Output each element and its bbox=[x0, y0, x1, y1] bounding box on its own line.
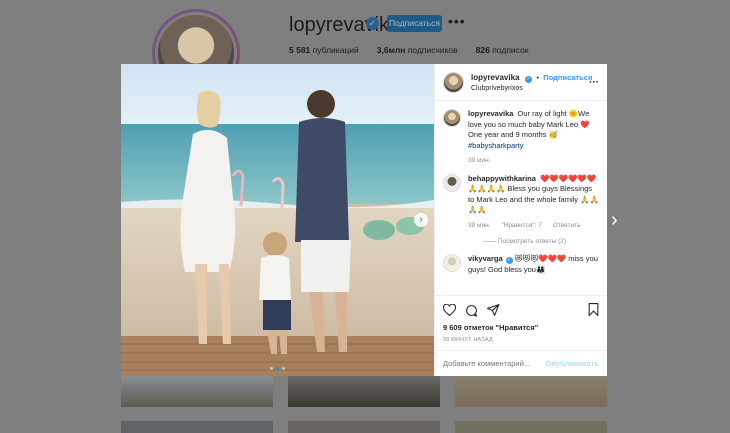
add-comment-bar: Опубликовать bbox=[435, 350, 607, 376]
follow-button[interactable]: Подписаться bbox=[543, 73, 592, 82]
view-replies-button[interactable]: —— Посмотреть ответы (2) bbox=[483, 238, 599, 245]
grid-post-thumbnail[interactable] bbox=[288, 376, 440, 407]
comment-input[interactable] bbox=[443, 359, 543, 368]
post-modal: › lopyrevavika ✓ • Подписаться Clubprive… bbox=[121, 64, 607, 376]
post-header: lopyrevavika ✓ • Подписаться Clubpriveby… bbox=[435, 64, 607, 101]
comment-item: vikyvarga ✓ 😻😻😻❤️❤️❤️ miss you guys! God … bbox=[443, 254, 599, 275]
beach-family-photo bbox=[121, 64, 434, 376]
comment-time[interactable]: 38 мин. bbox=[468, 222, 491, 229]
verified-badge-icon: ✓ bbox=[366, 17, 379, 30]
stat-following[interactable]: 826 подписок bbox=[476, 45, 529, 55]
grid-post-thumbnail[interactable] bbox=[121, 421, 273, 433]
next-post-arrow-icon[interactable]: › bbox=[611, 210, 625, 230]
profile-follow-button[interactable]: Подписаться bbox=[387, 15, 442, 32]
caption-avatar[interactable] bbox=[443, 109, 461, 127]
comment-username[interactable]: behappywithkarina bbox=[468, 174, 536, 183]
caption: lopyrevavika Our ray of light 🌞We love y… bbox=[443, 109, 599, 167]
verified-badge-icon: ✓ bbox=[524, 75, 532, 83]
stat-posts[interactable]: 5 581 публикаций bbox=[289, 45, 359, 55]
reply-button[interactable]: Ответить bbox=[553, 222, 581, 229]
caption-time[interactable]: 39 мин. bbox=[468, 157, 491, 164]
caption-hashtag[interactable]: #babysharkparty bbox=[468, 141, 523, 150]
likes-count[interactable]: 9 609 отметок "Нравится" bbox=[443, 323, 599, 332]
verified-badge-icon: ✓ bbox=[505, 257, 513, 264]
separator: • bbox=[536, 74, 539, 82]
grid-post-thumbnail[interactable] bbox=[121, 376, 273, 407]
caption-username[interactable]: lopyrevavika bbox=[468, 109, 513, 118]
carousel-dot bbox=[282, 367, 285, 370]
share-paper-plane-icon[interactable] bbox=[487, 304, 500, 316]
author-avatar[interactable] bbox=[443, 71, 464, 93]
stat-followers[interactable]: 3,6млн подписчиков bbox=[377, 45, 458, 55]
post-actions: 9 609 отметок "Нравится" 38 МИНУТ НАЗАД bbox=[435, 295, 607, 343]
post-photo[interactable]: › bbox=[121, 64, 434, 376]
comment-bubble-icon[interactable] bbox=[465, 304, 478, 317]
more-options-icon[interactable]: ••• bbox=[448, 13, 466, 29]
comment-like-heart-icon[interactable]: ♡ bbox=[593, 178, 599, 186]
publish-button[interactable]: Опубликовать bbox=[545, 359, 599, 368]
post-time[interactable]: 38 МИНУТ НАЗАД bbox=[443, 337, 599, 343]
carousel-dot bbox=[270, 367, 273, 370]
author-username[interactable]: lopyrevavika bbox=[471, 73, 519, 82]
grid-post-thumbnail[interactable] bbox=[288, 421, 440, 433]
grid-post-thumbnail[interactable] bbox=[455, 376, 607, 407]
grid-post-thumbnail[interactable] bbox=[455, 421, 607, 433]
more-options-icon[interactable]: ··· bbox=[589, 77, 599, 88]
comment-likes[interactable]: "Нравится": 7 bbox=[501, 222, 542, 229]
save-bookmark-icon[interactable] bbox=[588, 303, 599, 321]
comments-list: lopyrevavika Our ray of light 🌞We love y… bbox=[435, 101, 607, 295]
post-sidebar: lopyrevavika ✓ • Подписаться Clubpriveby… bbox=[434, 64, 607, 376]
like-heart-icon[interactable] bbox=[443, 304, 456, 316]
photo-carousel-dots bbox=[121, 367, 434, 370]
post-location[interactable]: Clubprivebyrixos bbox=[471, 84, 592, 94]
carousel-dot-active bbox=[276, 367, 279, 370]
profile-username: lopyrevavika bbox=[289, 14, 401, 36]
comment-username[interactable]: vikyvarga bbox=[468, 254, 503, 263]
comment-item: behappywithkarina ❤️❤️❤️❤️❤️❤️🙏🙏🙏🙏 Bless… bbox=[443, 173, 599, 232]
commenter-avatar[interactable] bbox=[443, 254, 461, 272]
commenter-avatar[interactable] bbox=[443, 173, 461, 192]
comment-like-heart-icon[interactable]: ♡ bbox=[593, 258, 599, 266]
photo-next-icon[interactable]: › bbox=[414, 213, 428, 227]
profile-stats: 5 581 публикаций 3,6млн подписчиков 826 … bbox=[289, 45, 528, 55]
